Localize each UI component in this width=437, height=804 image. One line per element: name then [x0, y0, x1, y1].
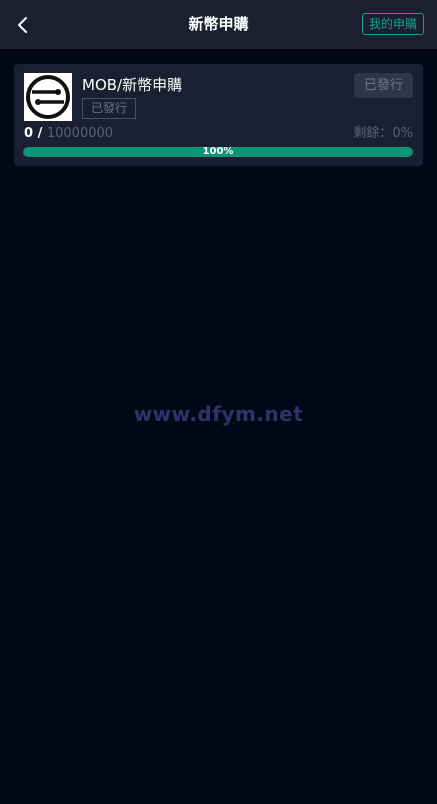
progress-bar: 100% — [23, 147, 413, 157]
issued-status-button[interactable]: 已發行 — [353, 73, 413, 98]
coin-name: MOB/新幣申購 — [82, 76, 183, 94]
watermark-text: www.dfym.net — [133, 402, 304, 426]
progress-label: 100% — [202, 147, 234, 157]
sold-amount: 0 — [24, 126, 34, 141]
top-bar: 新幣申購 我的申購 — [0, 0, 437, 49]
total-amount: 10000000 — [46, 126, 114, 141]
remaining-percent: 剩餘：0% — [353, 126, 413, 141]
mob-token-logo-icon — [24, 73, 72, 121]
subscription-card[interactable]: MOB/新幣申購 已發行 已發行 0 / 10000000 剩餘：0% 100% — [14, 64, 423, 166]
status-badge: 已發行 — [82, 98, 137, 119]
my-subscription-button[interactable]: 我的申購 — [361, 13, 424, 35]
amount-separator: / — [33, 126, 47, 141]
subscription-amount: 0 / 10000000 — [24, 126, 113, 142]
